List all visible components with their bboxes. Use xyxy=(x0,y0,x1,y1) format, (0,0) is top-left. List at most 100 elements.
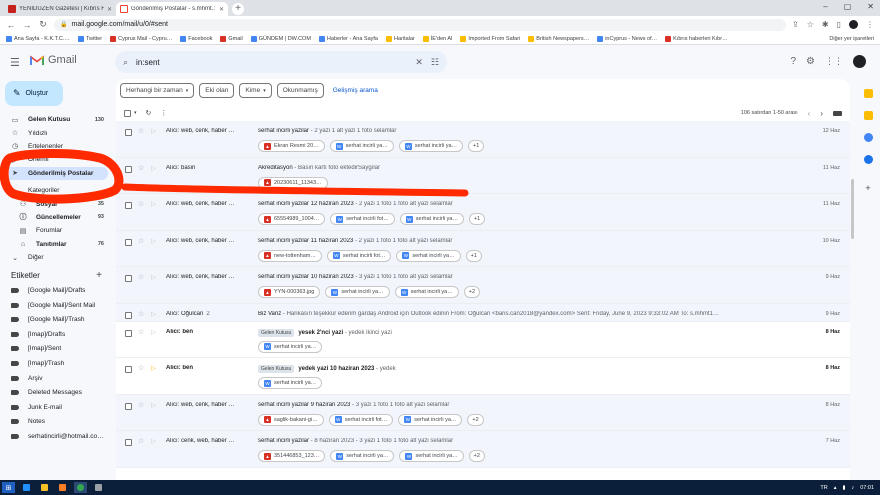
row-checkbox[interactable] xyxy=(125,165,132,173)
bookmark-item[interactable]: Ana Sayfa - K.K.T.C.… xyxy=(6,35,70,42)
bookmark-item[interactable]: Cyprus Mail - Cypru… xyxy=(110,35,172,42)
back-icon[interactable]: ← xyxy=(6,20,16,30)
email-row[interactable]: ☆ ▷ Alıcı: web, cenk, haber … serhat incirl… xyxy=(116,267,850,304)
sidebar-item-people[interactable]: ⚇ Sosyal 35 xyxy=(0,197,108,210)
bookmark-item[interactable]: Twitter xyxy=(77,35,102,42)
minimize-icon[interactable]: – xyxy=(823,2,827,11)
more-actions-icon[interactable]: ⋮ xyxy=(160,109,167,117)
sidebar-item-send[interactable]: ➤ Gönderilmiş Postalar xyxy=(0,166,108,180)
sidebar-item-more[interactable]: ⌄ Diğer xyxy=(0,251,108,264)
star-icon[interactable]: ☆ xyxy=(138,364,144,372)
label-item[interactable]: Deleted Messages xyxy=(0,385,112,400)
row-checkbox[interactable] xyxy=(125,402,132,410)
star-icon[interactable]: ☆ xyxy=(138,273,144,281)
select-all-checkbox[interactable] xyxy=(124,109,131,117)
label-item[interactable]: [Imap]/Trash xyxy=(0,356,112,371)
more-attachments-chip[interactable]: +1 xyxy=(465,249,482,262)
select-dropdown-icon[interactable]: ▾ xyxy=(134,110,137,116)
sidebar-item-inbox[interactable]: ▭ Gelen Kutusu 130 xyxy=(0,113,108,126)
importance-marker-icon[interactable]: ▷ xyxy=(151,364,156,372)
filter-chip[interactable]: Eki olan xyxy=(199,83,235,98)
bookmark-item[interactable]: Gmail xyxy=(220,35,243,42)
more-attachments-chip[interactable]: +1 xyxy=(468,213,486,225)
tab-close-icon[interactable]: ✕ xyxy=(107,6,112,13)
more-attachments-chip[interactable]: +2 xyxy=(463,286,481,298)
star-icon[interactable]: ☆ xyxy=(138,127,144,135)
star-icon[interactable]: ☆ xyxy=(138,328,144,336)
close-window-icon[interactable]: ✕ xyxy=(867,2,874,11)
label-item[interactable]: [Imap]/Drafts xyxy=(0,327,112,342)
email-row[interactable]: ☆ ▷ Alıcı: cenk, web, haber … serhat incirl… xyxy=(116,431,850,468)
label-item[interactable]: Arşiv xyxy=(0,371,112,386)
bookmark-item[interactable]: Haberler - Ana Sayfa xyxy=(318,35,378,42)
search-options-icon[interactable]: ☷ xyxy=(431,57,439,68)
clear-search-icon[interactable]: ✕ xyxy=(415,57,423,68)
add-addon-icon[interactable]: + xyxy=(864,184,873,193)
google-apps-icon[interactable]: ⋮⋮ xyxy=(825,56,843,67)
sidebar-item-tag[interactable]: ⌂ Tanıtımlar 76 xyxy=(0,238,108,251)
browser-tab[interactable]: YENİDÜZEN Gazetesi | Kıbrıs Hab ✕ xyxy=(4,2,116,16)
email-row[interactable]: ☆ ▷ Alıcı: web, cenk, haber … serhat incirl… xyxy=(116,121,850,158)
filter-chip[interactable]: Okunmamış xyxy=(276,83,324,98)
new-tab-button[interactable]: + xyxy=(232,3,244,15)
attachment-chip[interactable]: Wserhat incirli ya… xyxy=(398,140,464,152)
search-input[interactable] xyxy=(136,57,408,67)
email-row[interactable]: ☆ ▷ Alıcı: basin Akreditasyon - Basın kartı… xyxy=(116,157,850,194)
importance-marker-icon[interactable]: ▷ xyxy=(151,237,156,245)
label-item[interactable]: [Google Mail]/Trash xyxy=(0,312,112,327)
more-attachments-chip[interactable]: +2 xyxy=(468,450,485,462)
bookmark-item[interactable]: British Newspapers… xyxy=(528,35,589,42)
bookmark-item[interactable]: Imported From Safari xyxy=(460,35,520,42)
contacts-icon[interactable] xyxy=(863,155,873,164)
importance-marker-icon[interactable]: ▷ xyxy=(151,328,156,336)
email-row[interactable]: ☆ ▷ Alıcı: Oğulcan 2 Biz Vanz - Harikasın te… xyxy=(116,303,850,322)
share-icon[interactable]: ⇪ xyxy=(792,20,799,29)
filter-chip[interactable]: Kime ▾ xyxy=(239,83,272,98)
row-checkbox[interactable] xyxy=(125,329,132,337)
chrome-taskbar-icon[interactable] xyxy=(74,482,87,493)
row-checkbox[interactable] xyxy=(125,202,132,209)
attachment-chip[interactable]: ▲ YYN-000363.jpg xyxy=(258,286,321,298)
settings-gear-icon[interactable]: ⚙ xyxy=(806,56,815,67)
bookmark-item[interactable]: inCyprus - News of… xyxy=(597,35,657,42)
attachment-chip[interactable]: Wserhat incirli ya… xyxy=(330,450,395,462)
importance-marker-icon[interactable]: ▷ xyxy=(151,273,156,281)
explorer-icon[interactable] xyxy=(38,482,51,493)
browser-menu-icon[interactable]: ⋮ xyxy=(866,20,874,29)
attachment-chip[interactable]: Wserhat incirli fot… xyxy=(328,413,394,426)
compose-button[interactable]: ✎ Oluştur xyxy=(5,81,63,106)
star-icon[interactable]: ☆ xyxy=(138,437,144,445)
email-row[interactable]: ☆ ▷ Alıcı: web, cenk, haber … serhat incirl… xyxy=(116,230,850,267)
sidebar-item-star[interactable]: ☆ Yıldızlı xyxy=(0,126,108,139)
attachment-chip[interactable]: Wserhat incirli ya… xyxy=(396,249,461,262)
tasks-icon[interactable] xyxy=(863,133,873,142)
label-item[interactable]: serhatincirli@hotmail.co… xyxy=(0,429,112,444)
star-icon[interactable]: ☆ xyxy=(138,401,144,409)
filter-chip[interactable]: Herhangi bir zaman ▾ xyxy=(120,83,195,98)
address-bar[interactable]: 🔒 mail.google.com/mail/u/0/#sent xyxy=(54,18,787,31)
email-row[interactable]: ☆ ▷ Alıcı: ben Gelen Kutusu yedek yazi 10 ha… xyxy=(116,358,850,395)
refresh-icon[interactable]: ↻ xyxy=(146,109,152,117)
star-icon[interactable]: ☆ xyxy=(138,200,144,208)
row-checkbox[interactable] xyxy=(125,129,132,136)
more-attachments-chip[interactable]: +1 xyxy=(468,140,485,152)
sidebar-item-important[interactable]: ▷ Önemli xyxy=(0,153,108,166)
label-item[interactable]: Notes xyxy=(0,415,112,430)
advanced-search-link[interactable]: Gelişmiş arama xyxy=(333,87,378,94)
email-row[interactable]: ☆ ▷ Alıcı: web, cenk, haber … serhat incirl… xyxy=(116,394,850,431)
attachment-chip[interactable]: ▲ new-tottenham… xyxy=(258,249,322,262)
scrollbar-thumb[interactable] xyxy=(851,179,854,239)
bookmark-item[interactable]: Kıbrıs haberleri Kıbr… xyxy=(665,35,728,42)
attachment-chip[interactable]: ▲ 20230611_11343… xyxy=(258,176,328,189)
language-indicator[interactable]: TR xyxy=(820,485,827,491)
ie-icon[interactable] xyxy=(20,482,33,493)
other-bookmarks[interactable]: Diğer yer işaretleri xyxy=(829,36,874,42)
clock[interactable]: 07:01 xyxy=(860,485,874,491)
attachment-chip[interactable]: Wserhat incirli ya… xyxy=(258,377,323,389)
importance-marker-icon[interactable]: ▷ xyxy=(151,200,156,208)
bookmark-item[interactable]: Facebook xyxy=(180,35,212,42)
app-taskbar-icon[interactable] xyxy=(92,482,105,493)
attachment-chip[interactable]: Wserhat incirli fot… xyxy=(326,249,392,262)
importance-marker-icon[interactable]: ▷ xyxy=(151,310,156,318)
attachment-chip[interactable]: Wserhat incirli ya… xyxy=(325,286,390,298)
